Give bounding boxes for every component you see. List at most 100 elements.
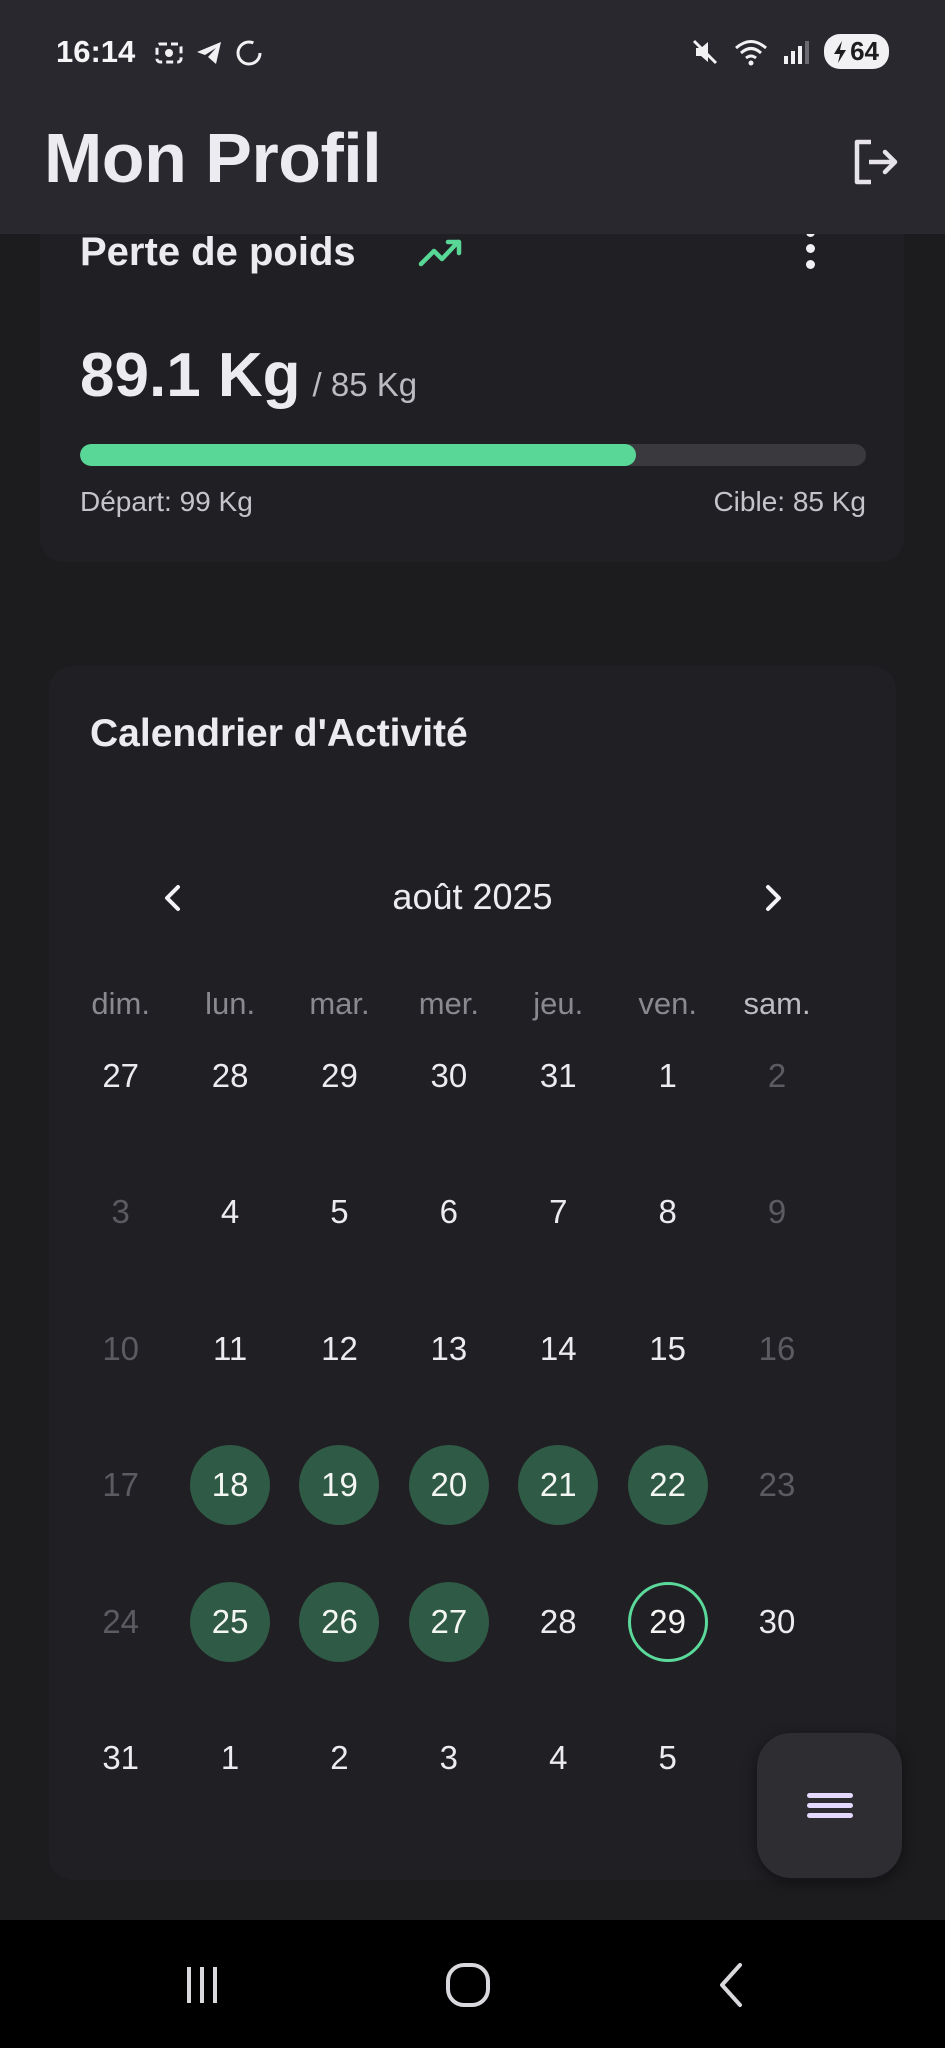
calendar-day[interactable]: 3 [394,1718,503,1854]
calendar-day[interactable]: 1 [175,1718,284,1854]
recent-apps-button[interactable] [162,1950,242,2020]
calendar-day[interactable]: 21 [504,1445,613,1581]
logout-button[interactable] [843,130,907,194]
calendar-day[interactable]: 5 [613,1718,722,1854]
calendar-day-number: 4 [220,1193,240,1231]
calendar-day-number: 15 [649,1329,686,1367]
menu-fab-button[interactable] [757,1733,902,1878]
calendar-day-number: 20 [408,1445,489,1526]
chevron-left-icon [165,885,180,911]
calendar-day[interactable]: 7 [504,1172,613,1308]
calendar-day[interactable]: 13 [394,1309,503,1445]
calendar-day-number: 28 [539,1602,577,1640]
battery-level: 64 [850,36,879,66]
calendar-day[interactable]: 2 [722,1036,831,1172]
home-icon [446,1963,490,2007]
back-button[interactable] [692,1950,772,2020]
calendar-day[interactable]: 4 [504,1718,613,1854]
calendar-day[interactable]: 25 [175,1581,284,1718]
calendar-day-number: 8 [658,1193,677,1231]
calendar-day[interactable]: 4 [175,1172,284,1308]
calendar-day-number: 11 [212,1329,248,1367]
calendar-day[interactable]: 15 [613,1309,722,1445]
status-icons-right: 64 [690,34,889,69]
calendar-day[interactable]: 12 [285,1309,394,1445]
sync-icon [236,40,262,66]
calendar-day[interactable]: 18 [175,1445,284,1581]
calendar-title: Calendrier d'Activité [90,712,468,755]
calendar-day[interactable]: 23 [722,1445,831,1581]
battery-charging-icon [834,40,847,63]
mute-icon [693,39,718,64]
calendar-day-number: 28 [211,1057,249,1094]
status-time: 16:14 [56,34,136,69]
calendar-day[interactable]: 17 [66,1445,175,1581]
start-weight-label: Départ: 99 Kg [80,486,253,517]
calendar-day-number: 9 [767,1193,787,1231]
calendar-day-number: 2 [330,1738,349,1776]
battery-indicator: 64 [824,34,889,69]
calendar-day[interactable]: 14 [504,1309,613,1445]
calendar-day[interactable]: 30 [722,1582,831,1718]
calendar-day[interactable]: 27 [394,1581,503,1718]
calendar-day-number: 30 [430,1057,468,1094]
calendar-day-number: 23 [758,1466,796,1504]
calendar-grid: 27 28 29 30 31 1 2 3 4 5 6 7 8 9 10 11 12 13 14 15 16 17 18 19 2… [66,1036,832,1854]
calendar-day[interactable]: 5 [285,1172,394,1308]
calendar-day-number: 5 [330,1193,349,1231]
calendar-day[interactable]: 28 [175,1036,284,1172]
calendar-day-number: 19 [299,1445,380,1526]
calendar-day-number: 29 [627,1581,708,1662]
calendar-day[interactable]: 11 [175,1309,284,1445]
calendar-day-number: 29 [321,1057,358,1094]
calendar-day[interactable]: 1 [613,1036,722,1172]
calendar-day[interactable]: 8 [613,1172,722,1308]
calendar-day[interactable]: 29 [613,1581,722,1718]
status-icons-left [154,38,264,68]
calendar-day[interactable]: 28 [504,1582,613,1718]
calendar-day[interactable]: 9 [722,1172,831,1308]
calendar-day-number: 6 [439,1193,459,1231]
calendar-day[interactable]: 16 [722,1309,831,1445]
signal-icon [784,40,810,64]
calendar-day[interactable]: 10 [66,1309,175,1445]
calendar-day[interactable]: 22 [613,1445,722,1581]
calendar-day[interactable]: 24 [66,1582,175,1718]
weekday-label: dim. [91,986,150,1021]
home-button[interactable] [428,1950,508,2020]
calendar-day-number: 3 [439,1738,459,1776]
calendar-day[interactable]: 31 [504,1036,613,1172]
calendar-day-number: 12 [321,1329,358,1367]
calendar-day[interactable]: 29 [285,1036,394,1172]
calendar-day[interactable]: 27 [66,1036,175,1172]
calendar-day[interactable]: 20 [394,1445,503,1581]
calendar-day-number: 2 [767,1057,787,1094]
calendar-day-number: 10 [102,1329,140,1367]
weight-progress-bar [80,444,866,466]
calendar-day[interactable]: 2 [285,1718,394,1854]
calendar-day-number: 3 [111,1193,130,1231]
weight-readout: 89.1 Kg / 85 Kg [80,340,417,411]
calendar-day[interactable]: 26 [285,1581,394,1718]
calendar-day-number: 31 [539,1057,577,1094]
target-weight-label: Cible: 85 Kg [713,486,866,517]
next-month-button[interactable] [743,868,803,928]
calendar-day-number: 4 [549,1738,568,1776]
system-navigation-bar [0,1920,945,2048]
weekday-header: dim. lun. mar. mer. jeu. ven. sam. [66,986,832,1022]
previous-month-button[interactable] [143,868,203,928]
recent-apps-icon [187,1967,217,2003]
calendar-day[interactable]: 30 [394,1036,503,1172]
chevron-right-icon [766,885,781,911]
activity-calendar-card: Calendrier d'Activité août 2025 dim. lun.… [49,666,896,1880]
calendar-day[interactable]: 19 [285,1445,394,1581]
calendar-day[interactable]: 6 [394,1172,503,1308]
calendar-day[interactable]: 31 [66,1718,175,1854]
more-options-button[interactable] [798,228,822,276]
month-navigation: août 2025 [49,868,896,928]
target-weight: / 85 Kg [312,366,418,403]
calendar-day[interactable]: 3 [66,1172,175,1308]
menu-icon [806,1788,853,1823]
weekday-label: jeu. [533,986,584,1021]
weight-progress-fill [80,444,636,466]
